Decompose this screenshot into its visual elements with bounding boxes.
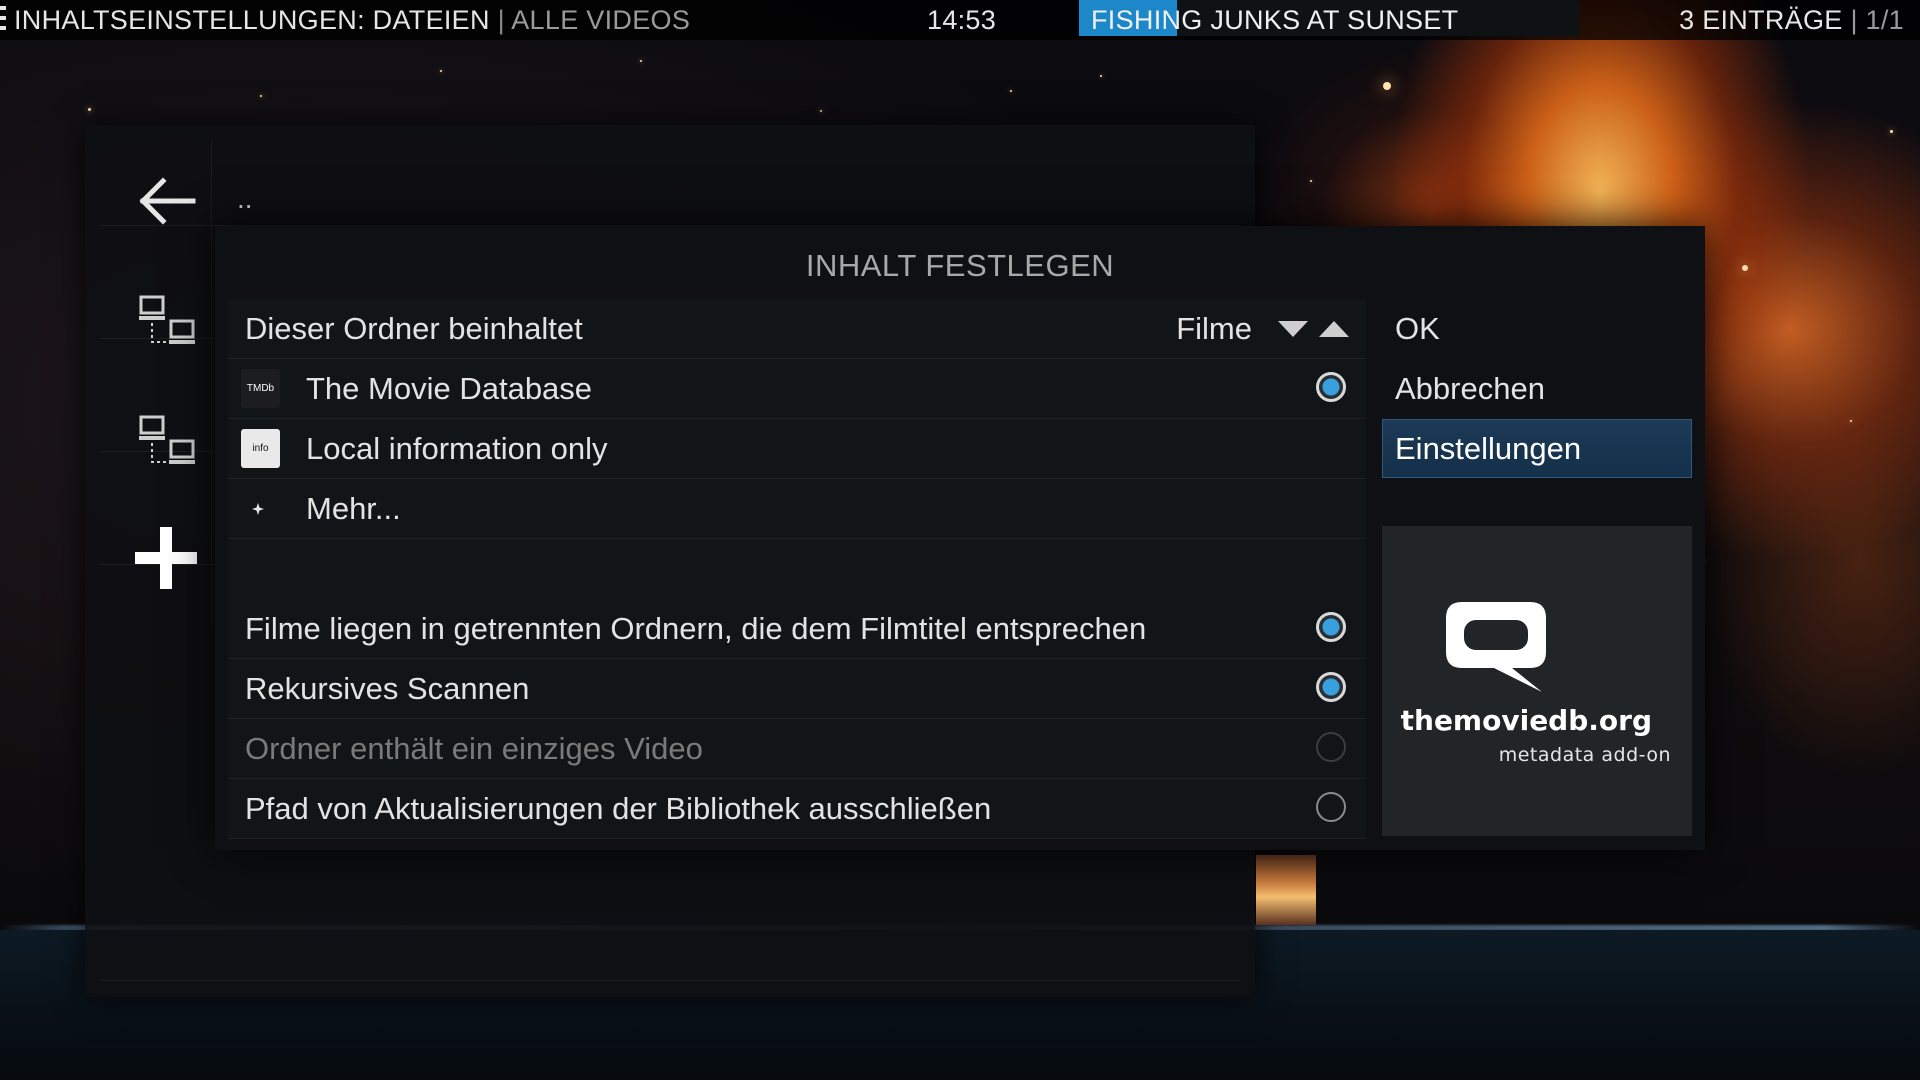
toggle-on[interactable]	[1316, 612, 1346, 642]
breadcrumb-separator: |	[497, 5, 505, 35]
item-count-label: 3 Einträge	[1679, 5, 1843, 35]
scraper-label: Mehr...	[306, 491, 401, 526]
star	[820, 110, 822, 112]
option-separate-folders[interactable]: Filme liegen in getrennten Ordnern, die …	[228, 599, 1366, 659]
settings-button[interactable]: Einstellungen	[1382, 419, 1692, 478]
chevron-up-icon[interactable]	[1319, 321, 1349, 337]
divider	[211, 140, 212, 625]
ok-button[interactable]: OK	[1382, 299, 1692, 358]
clock: 14:53	[927, 5, 997, 35]
tmdb-logo-icon	[1446, 602, 1546, 692]
cancel-button[interactable]: Abbrechen	[1382, 359, 1692, 418]
settings-button-label: Einstellungen	[1395, 431, 1582, 466]
add-icon[interactable]	[133, 525, 199, 591]
menu-icon[interactable]	[0, 6, 6, 34]
addon-site: themoviedb.org	[1400, 704, 1652, 737]
option-label: Ordner enthält ein einziges Video	[245, 731, 703, 766]
star	[1890, 130, 1893, 133]
set-content-dialog: Inhalt festlegen Dieser Ordner beinhalte…	[215, 226, 1705, 850]
parent-folder-item[interactable]: ..	[237, 183, 253, 215]
addon-preview: themoviedb.org metadata add-on	[1382, 526, 1692, 836]
dialog-title: Inhalt festlegen	[805, 248, 1115, 283]
item-count: 3 Einträge | 1/1	[1679, 0, 1904, 40]
star	[88, 108, 91, 111]
cancel-button-label: Abbrechen	[1395, 371, 1545, 406]
now-playing-bar[interactable]: Fishing junks at sunset	[1079, 0, 1579, 36]
option-recursive-scan[interactable]: Rekursives Scannen	[228, 659, 1366, 719]
settings-list: Dieser Ordner beinhaltet Filme TMDb The …	[228, 299, 1366, 839]
scraper-label: Local information only	[306, 431, 608, 466]
tmdb-icon: TMDb	[241, 369, 280, 408]
back-arrow-icon[interactable]	[135, 175, 197, 227]
content-type-spinner[interactable]: Dieser Ordner beinhaltet Filme	[228, 299, 1366, 359]
option-single-video: Ordner enthält ein einziges Video	[228, 719, 1366, 779]
scraper-label: The Movie Database	[306, 371, 593, 406]
star	[1310, 180, 1312, 182]
top-bar: Inhaltseinstellungen: Dateien | Alle Vid…	[0, 0, 1920, 40]
scraper-item-local[interactable]: info Local information only	[228, 419, 1366, 479]
star	[1850, 420, 1852, 422]
option-label: Pfad von Aktualisierungen der Bibliothek…	[245, 791, 992, 826]
scraper-item-more[interactable]: Mehr...	[228, 479, 1366, 539]
network-icon[interactable]	[137, 415, 201, 467]
ok-button-label: OK	[1395, 311, 1440, 346]
option-label: Rekursives Scannen	[245, 671, 530, 706]
page-subtitle: Alle Videos	[511, 5, 691, 35]
breadcrumb: Inhaltseinstellungen: Dateien | Alle Vid…	[14, 0, 690, 40]
toggle-off[interactable]	[1316, 792, 1346, 822]
page-indicator: | 1/1	[1850, 5, 1904, 35]
star	[440, 70, 442, 72]
addon-tagline: metadata add-on	[1498, 744, 1671, 766]
now-playing-title: Fishing junks at sunset	[1091, 5, 1459, 35]
chevron-down-icon[interactable]	[1278, 321, 1308, 337]
star	[640, 60, 642, 62]
star	[260, 95, 262, 97]
option-label: Filme liegen in getrennten Ordnern, die …	[245, 611, 1147, 646]
content-type-value: Filme	[1176, 311, 1252, 346]
toggle-disabled	[1316, 732, 1346, 762]
fanart-thumbnail	[1256, 855, 1316, 925]
scraper-item-tmdb[interactable]: TMDb The Movie Database	[228, 359, 1366, 419]
divider	[100, 980, 1240, 981]
content-type-label: Dieser Ordner beinhaltet	[245, 311, 583, 346]
option-exclude-path[interactable]: Pfad von Aktualisierungen der Bibliothek…	[228, 779, 1366, 839]
page-title: Inhaltseinstellungen: Dateien	[14, 5, 490, 35]
info-icon: info	[241, 429, 280, 468]
star	[1742, 265, 1748, 271]
star	[1010, 90, 1012, 92]
toggle-on[interactable]	[1316, 672, 1346, 702]
network-icon[interactable]	[137, 295, 201, 347]
star	[1100, 75, 1102, 77]
more-icon	[252, 503, 264, 515]
star	[1383, 82, 1391, 90]
radio-selected[interactable]	[1316, 372, 1346, 402]
